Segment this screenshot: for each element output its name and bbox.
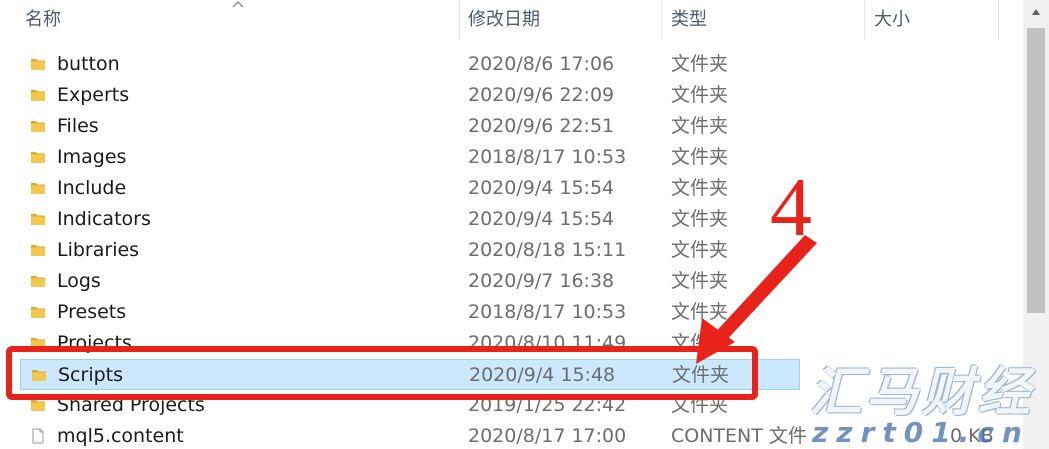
file-type: 文件夹 <box>671 394 729 416</box>
file-date: 2020/9/7 16:38 <box>468 270 615 292</box>
file-type: 文件夹 <box>671 239 729 261</box>
file-row[interactable]: Files 2020/9/6 22:51 文件夹 <box>20 111 800 142</box>
file-name: button <box>57 53 120 75</box>
file-size: 0 KB <box>950 425 994 447</box>
file-name: mql5.content <box>57 425 184 447</box>
file-row[interactable]: Indicators 2020/9/4 15:54 文件夹 <box>20 204 800 235</box>
folder-icon <box>31 400 45 411</box>
file-row[interactable]: Logs 2020/9/7 16:38 文件夹 <box>20 266 800 297</box>
file-row[interactable]: Images 2018/8/17 10:53 文件夹 <box>20 142 800 173</box>
file-date: 2020/9/4 15:48 <box>469 364 616 386</box>
folder-icon <box>31 214 45 225</box>
column-divider[interactable] <box>661 0 662 40</box>
file-name: Scripts <box>58 364 124 386</box>
file-explorer: 名称 修改日期 类型 大小 button 2020/8/6 17:06 文件夹 Exp… <box>0 0 1049 449</box>
file-name: Shared Projects <box>57 394 205 416</box>
folder-icon <box>31 183 45 194</box>
folder-icon <box>31 307 45 318</box>
folder-icon <box>32 370 46 381</box>
file-type: 文件夹 <box>672 364 730 386</box>
column-divider[interactable] <box>864 0 865 40</box>
folder-icon <box>31 90 45 101</box>
file-name: Projects <box>57 332 132 354</box>
file-name: Images <box>57 146 127 168</box>
file-type: 文件夹 <box>671 53 729 75</box>
file-row-selected[interactable]: Scripts 2020/9/4 15:48 文件夹 <box>20 359 800 390</box>
folder-icon <box>31 338 45 349</box>
vertical-scrollbar[interactable] <box>1023 0 1049 449</box>
watermark: 汇马财经 zzrt01.cn <box>800 350 1040 449</box>
column-size-header[interactable]: 大小 <box>874 0 994 40</box>
file-name: Experts <box>57 84 130 106</box>
watermark-title: 汇马财经 <box>810 363 1035 423</box>
scrollbar-thumb[interactable] <box>1027 28 1045 313</box>
folder-icon <box>31 276 45 287</box>
file-name: Include <box>57 177 127 199</box>
file-type: 文件夹 <box>671 301 729 323</box>
file-name: Indicators <box>57 208 151 230</box>
file-name: Libraries <box>57 239 140 261</box>
file-row[interactable]: Shared Projects 2019/1/25 22:42 文件夹 <box>20 390 800 421</box>
file-type: 文件夹 <box>671 208 729 230</box>
file-type: 文件夹 <box>671 146 729 168</box>
file-type: 文件夹 <box>671 84 729 106</box>
file-type: 文件夹 <box>671 332 729 354</box>
file-date: 2018/8/17 10:53 <box>468 301 627 323</box>
file-row[interactable]: Presets 2018/8/17 10:53 文件夹 <box>20 297 800 328</box>
file-date: 2020/8/10 11:49 <box>468 332 627 354</box>
file-row[interactable]: Projects 2020/8/10 11:49 文件夹 <box>20 328 800 359</box>
column-divider[interactable] <box>998 0 999 40</box>
file-name: Files <box>57 115 99 137</box>
file-date: 2018/8/17 10:53 <box>468 146 627 168</box>
file-icon <box>32 428 44 444</box>
file-row[interactable]: Experts 2020/9/6 22:09 文件夹 <box>20 80 800 111</box>
file-type: 文件夹 <box>671 177 729 199</box>
file-date: 2019/1/25 22:42 <box>468 394 627 416</box>
column-date-header[interactable]: 修改日期 <box>468 0 658 40</box>
annotation-step-number: 4 <box>770 161 812 254</box>
folder-icon <box>31 59 45 70</box>
folder-icon <box>31 245 45 256</box>
folder-icon <box>31 152 45 163</box>
file-name: Logs <box>57 270 101 292</box>
column-type-header[interactable]: 类型 <box>671 0 861 40</box>
file-row[interactable]: Include 2020/9/4 15:54 文件夹 <box>20 173 800 204</box>
file-date: 2020/9/4 15:54 <box>468 177 615 199</box>
file-type: CONTENT 文件 <box>671 425 807 447</box>
watermark-url: zzrt01.cn <box>812 416 1030 449</box>
column-divider[interactable] <box>459 0 460 40</box>
scroll-up-icon[interactable] <box>1031 8 1041 16</box>
file-type: 文件夹 <box>671 270 729 292</box>
file-date: 2020/9/4 15:54 <box>468 208 615 230</box>
folder-icon <box>31 121 45 132</box>
file-date: 2020/8/6 17:06 <box>468 53 615 75</box>
file-row[interactable]: mql5.content 2020/8/17 17:00 CONTENT 文件 0 K… <box>20 421 994 449</box>
file-date: 2020/9/6 22:09 <box>468 84 615 106</box>
file-row[interactable]: button 2020/8/6 17:06 文件夹 <box>20 49 800 80</box>
file-date: 2020/8/18 15:11 <box>468 239 627 261</box>
file-row[interactable]: Libraries 2020/8/18 15:11 文件夹 <box>20 235 800 266</box>
column-header: 名称 修改日期 类型 大小 <box>0 0 1020 40</box>
file-date: 2020/8/17 17:00 <box>468 425 627 447</box>
file-name: Presets <box>57 301 127 323</box>
sort-ascending-icon <box>232 1 244 8</box>
file-date: 2020/9/6 22:51 <box>468 115 615 137</box>
file-type: 文件夹 <box>671 115 729 137</box>
